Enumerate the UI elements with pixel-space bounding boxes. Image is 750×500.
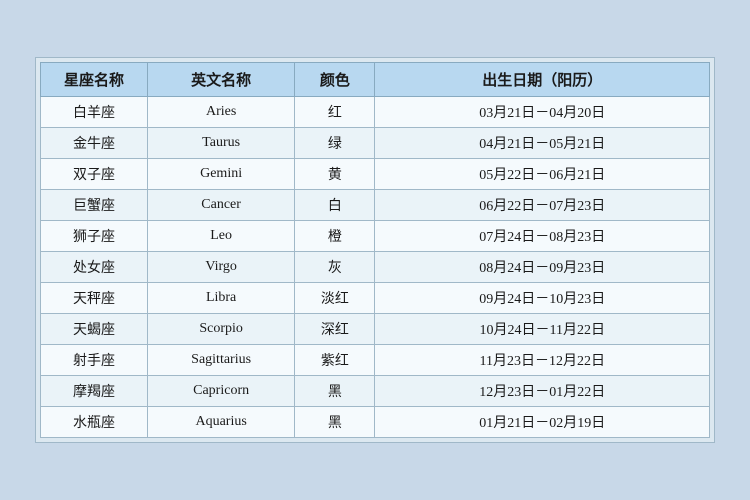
table-row: 巨蟹座Cancer白06月22日－07月23日 xyxy=(41,190,710,221)
cell-color: 灰 xyxy=(295,252,375,283)
cell-english: Virgo xyxy=(148,252,295,283)
cell-chinese: 水瓶座 xyxy=(41,407,148,438)
cell-chinese: 双子座 xyxy=(41,159,148,190)
table-row: 摩羯座Capricorn黑12月23日－01月22日 xyxy=(41,376,710,407)
cell-color: 黑 xyxy=(295,407,375,438)
table-row: 白羊座Aries红03月21日－04月20日 xyxy=(41,97,710,128)
cell-chinese: 摩羯座 xyxy=(41,376,148,407)
zodiac-table: 星座名称 英文名称 颜色 出生日期（阳历） 白羊座Aries红03月21日－04… xyxy=(40,62,710,438)
cell-date: 12月23日－01月22日 xyxy=(375,376,710,407)
cell-date: 04月21日－05月21日 xyxy=(375,128,710,159)
cell-chinese: 狮子座 xyxy=(41,221,148,252)
cell-english: Scorpio xyxy=(148,314,295,345)
cell-date: 08月24日－09月23日 xyxy=(375,252,710,283)
cell-color: 黑 xyxy=(295,376,375,407)
cell-chinese: 金牛座 xyxy=(41,128,148,159)
cell-color: 紫红 xyxy=(295,345,375,376)
cell-english: Leo xyxy=(148,221,295,252)
table-row: 天蝎座Scorpio深红10月24日－11月22日 xyxy=(41,314,710,345)
cell-english: Cancer xyxy=(148,190,295,221)
cell-color: 黄 xyxy=(295,159,375,190)
cell-color: 白 xyxy=(295,190,375,221)
cell-date: 09月24日－10月23日 xyxy=(375,283,710,314)
cell-date: 11月23日－12月22日 xyxy=(375,345,710,376)
header-english: 英文名称 xyxy=(148,63,295,97)
cell-color: 深红 xyxy=(295,314,375,345)
cell-english: Capricorn xyxy=(148,376,295,407)
cell-date: 06月22日－07月23日 xyxy=(375,190,710,221)
cell-english: Aries xyxy=(148,97,295,128)
table-row: 天秤座Libra淡红09月24日－10月23日 xyxy=(41,283,710,314)
cell-chinese: 天蝎座 xyxy=(41,314,148,345)
table-header-row: 星座名称 英文名称 颜色 出生日期（阳历） xyxy=(41,63,710,97)
cell-date: 10月24日－11月22日 xyxy=(375,314,710,345)
table-row: 处女座Virgo灰08月24日－09月23日 xyxy=(41,252,710,283)
cell-chinese: 天秤座 xyxy=(41,283,148,314)
cell-date: 05月22日－06月21日 xyxy=(375,159,710,190)
cell-date: 01月21日－02月19日 xyxy=(375,407,710,438)
cell-color: 绿 xyxy=(295,128,375,159)
cell-date: 07月24日－08月23日 xyxy=(375,221,710,252)
cell-english: Gemini xyxy=(148,159,295,190)
header-date: 出生日期（阳历） xyxy=(375,63,710,97)
table-row: 水瓶座Aquarius黑01月21日－02月19日 xyxy=(41,407,710,438)
table-row: 射手座Sagittarius紫红11月23日－12月22日 xyxy=(41,345,710,376)
cell-english: Aquarius xyxy=(148,407,295,438)
cell-english: Libra xyxy=(148,283,295,314)
cell-chinese: 巨蟹座 xyxy=(41,190,148,221)
cell-color: 橙 xyxy=(295,221,375,252)
cell-english: Sagittarius xyxy=(148,345,295,376)
cell-date: 03月21日－04月20日 xyxy=(375,97,710,128)
cell-color: 淡红 xyxy=(295,283,375,314)
header-chinese: 星座名称 xyxy=(41,63,148,97)
zodiac-table-container: 星座名称 英文名称 颜色 出生日期（阳历） 白羊座Aries红03月21日－04… xyxy=(35,57,715,443)
cell-chinese: 处女座 xyxy=(41,252,148,283)
table-row: 金牛座Taurus绿04月21日－05月21日 xyxy=(41,128,710,159)
table-row: 双子座Gemini黄05月22日－06月21日 xyxy=(41,159,710,190)
header-color: 颜色 xyxy=(295,63,375,97)
cell-color: 红 xyxy=(295,97,375,128)
cell-chinese: 射手座 xyxy=(41,345,148,376)
table-row: 狮子座Leo橙07月24日－08月23日 xyxy=(41,221,710,252)
cell-chinese: 白羊座 xyxy=(41,97,148,128)
cell-english: Taurus xyxy=(148,128,295,159)
